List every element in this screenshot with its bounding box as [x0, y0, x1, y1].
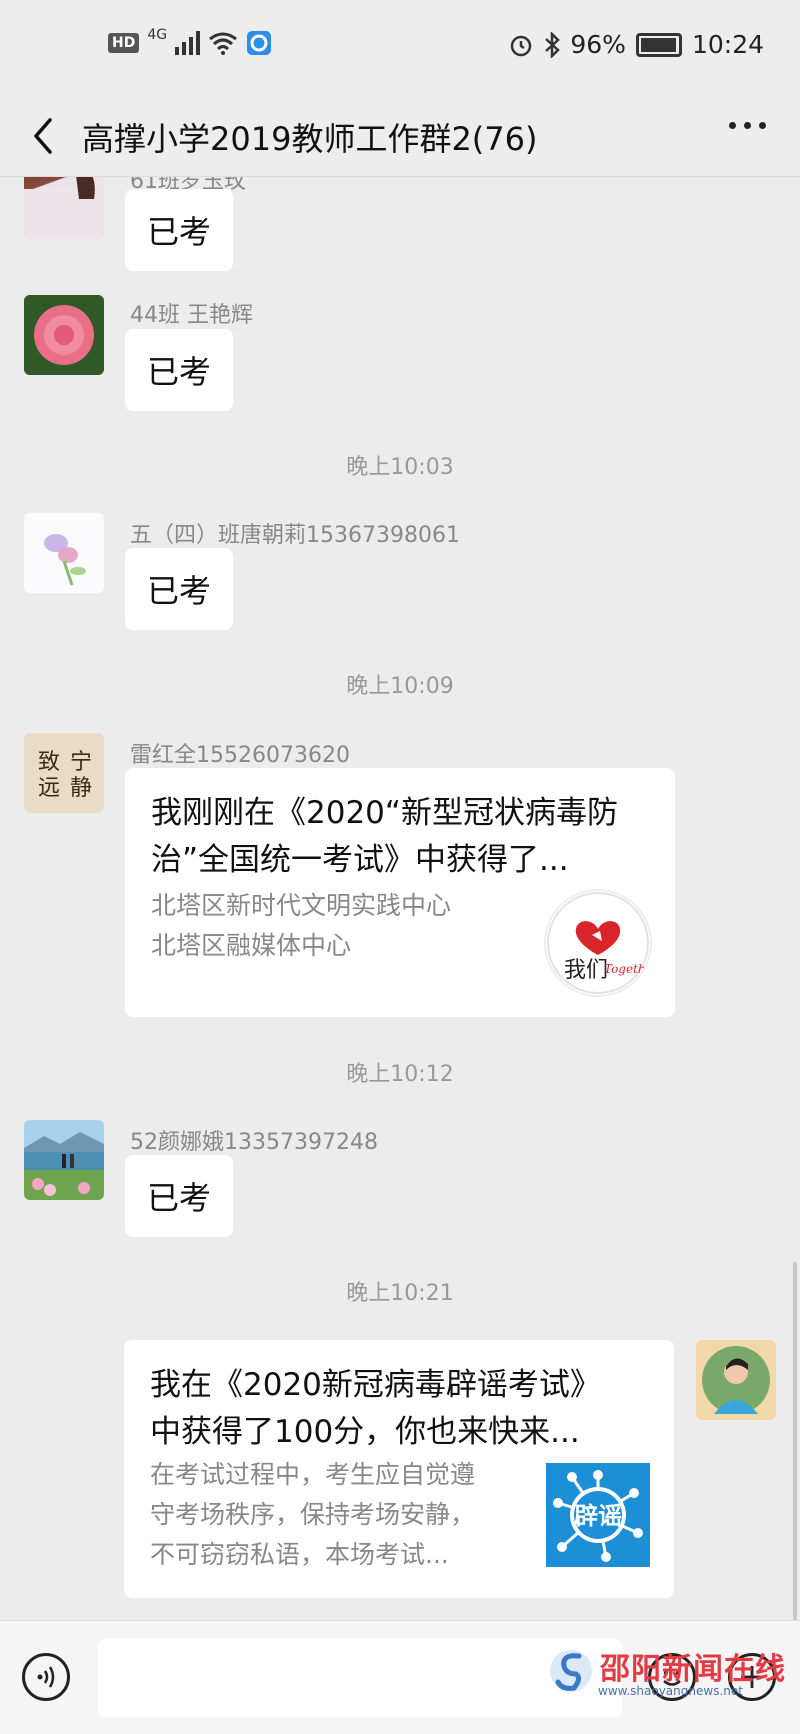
card-title: 我在《2020新冠病毒辟谣考试》中获得了100分，你也来快来...: [150, 1367, 601, 1450]
message-bubble[interactable]: 已考: [125, 189, 234, 271]
card-desc-line: 不可窃窃私语，本场考试...: [150, 1540, 449, 1569]
signal-icon: [175, 31, 201, 55]
card-desc-line: 北塔区新时代文明实践中心: [151, 891, 452, 920]
scrollbar[interactable]: [793, 1262, 797, 1620]
svg-text:宁: 宁: [70, 750, 92, 775]
card-thumbnail: 辟谣: [546, 1463, 650, 1567]
card-thumbnail: 我们 Together: [546, 891, 650, 995]
more-dots-icon[interactable]: [729, 122, 766, 129]
message-bubble[interactable]: 已考: [125, 1155, 234, 1237]
chat-message-list[interactable]: 61班罗玉玫 已考 44班 王艳辉 已考 晚上10:03 五（四）班唐朝莉153…: [0, 177, 800, 1620]
watermark: 邵阳新闻在线 www.shaoyangnews.net: [548, 1640, 785, 1710]
timestamp: 晚上10:21: [346, 1281, 454, 1306]
card-thumb-text: 辟谣: [574, 1502, 622, 1530]
avatar[interactable]: 宁 静 致 远: [24, 733, 104, 813]
wifi-icon: [209, 32, 238, 55]
message-input[interactable]: [98, 1639, 622, 1717]
status-right: 96% 10:24: [508, 30, 764, 59]
status-left: HD 4G: [108, 27, 272, 56]
app-notification-icon: [247, 31, 272, 55]
sender-name: 52颜娜娥13357397248: [130, 1130, 378, 1155]
message-bubble[interactable]: 已考: [125, 329, 234, 411]
clock-time: 10:24: [691, 30, 764, 59]
avatar[interactable]: [24, 295, 104, 375]
avatar[interactable]: [24, 177, 104, 239]
card-desc-line: 守考场秩序，保持考场安静，: [150, 1500, 476, 1529]
avatar[interactable]: [24, 1120, 104, 1200]
alarm-icon: [511, 35, 532, 56]
timestamp: 晚上10:03: [346, 455, 454, 480]
battery-icon: [635, 32, 682, 57]
link-card[interactable]: 我在《2020新冠病毒辟谣考试》中获得了100分，你也来快来... 在考试过程中…: [124, 1340, 674, 1598]
my-avatar[interactable]: [696, 1340, 776, 1420]
sender-name: 雷红全15526073620: [130, 743, 350, 768]
timestamp: 晚上10:09: [346, 674, 454, 699]
watermark-url: www.shaoyangnews.net: [598, 1684, 743, 1698]
hd-badge: HD: [108, 33, 140, 53]
card-thumb-text: 我们: [564, 958, 608, 983]
card-desc-line: 在考试过程中，考生应自觉遵: [150, 1460, 476, 1489]
svg-text:远: 远: [38, 776, 60, 801]
message-bubble[interactable]: 已考: [125, 548, 234, 630]
chat-header: 高撑小学2019教师工作群2(76): [0, 98, 800, 177]
svg-text:致: 致: [38, 750, 60, 775]
sender-name: 五（四）班唐朝莉15367398061: [130, 523, 460, 548]
battery-percent: 96%: [570, 30, 626, 59]
svg-text:静: 静: [70, 776, 92, 801]
status-bar: HD 4G 96% 10:24: [0, 0, 800, 98]
watermark-text: 邵阳新闻在线: [600, 1652, 786, 1687]
bluetooth-icon: [545, 31, 561, 58]
card-title: 我刚刚在《2020“新型冠状病毒防治”全国统一考试》中获得了...: [151, 795, 618, 878]
card-description: 北塔区新时代文明实践中心 北塔区融媒体中心: [151, 886, 451, 966]
watermark-logo: [550, 1650, 592, 1692]
chat-title: 高撑小学2019教师工作群2(76): [82, 120, 538, 158]
avatar[interactable]: [24, 513, 104, 593]
network-type: 4G: [147, 27, 168, 43]
timestamp: 晚上10:12: [346, 1062, 454, 1087]
svg-text:Together: Together: [604, 962, 650, 976]
link-card[interactable]: 我刚刚在《2020“新型冠状病毒防治”全国统一考试》中获得了... 北塔区新时代…: [125, 768, 675, 1017]
voice-icon[interactable]: [22, 1653, 70, 1701]
back-arrow-icon[interactable]: [24, 112, 64, 160]
card-description: 在考试过程中，考生应自觉遵 守考场秩序，保持考场安静， 不可窃窃私语，本场考试.…: [150, 1455, 475, 1575]
sender-name: 44班 王艳辉: [130, 303, 253, 328]
card-desc-line: 北塔区融媒体中心: [151, 931, 352, 960]
